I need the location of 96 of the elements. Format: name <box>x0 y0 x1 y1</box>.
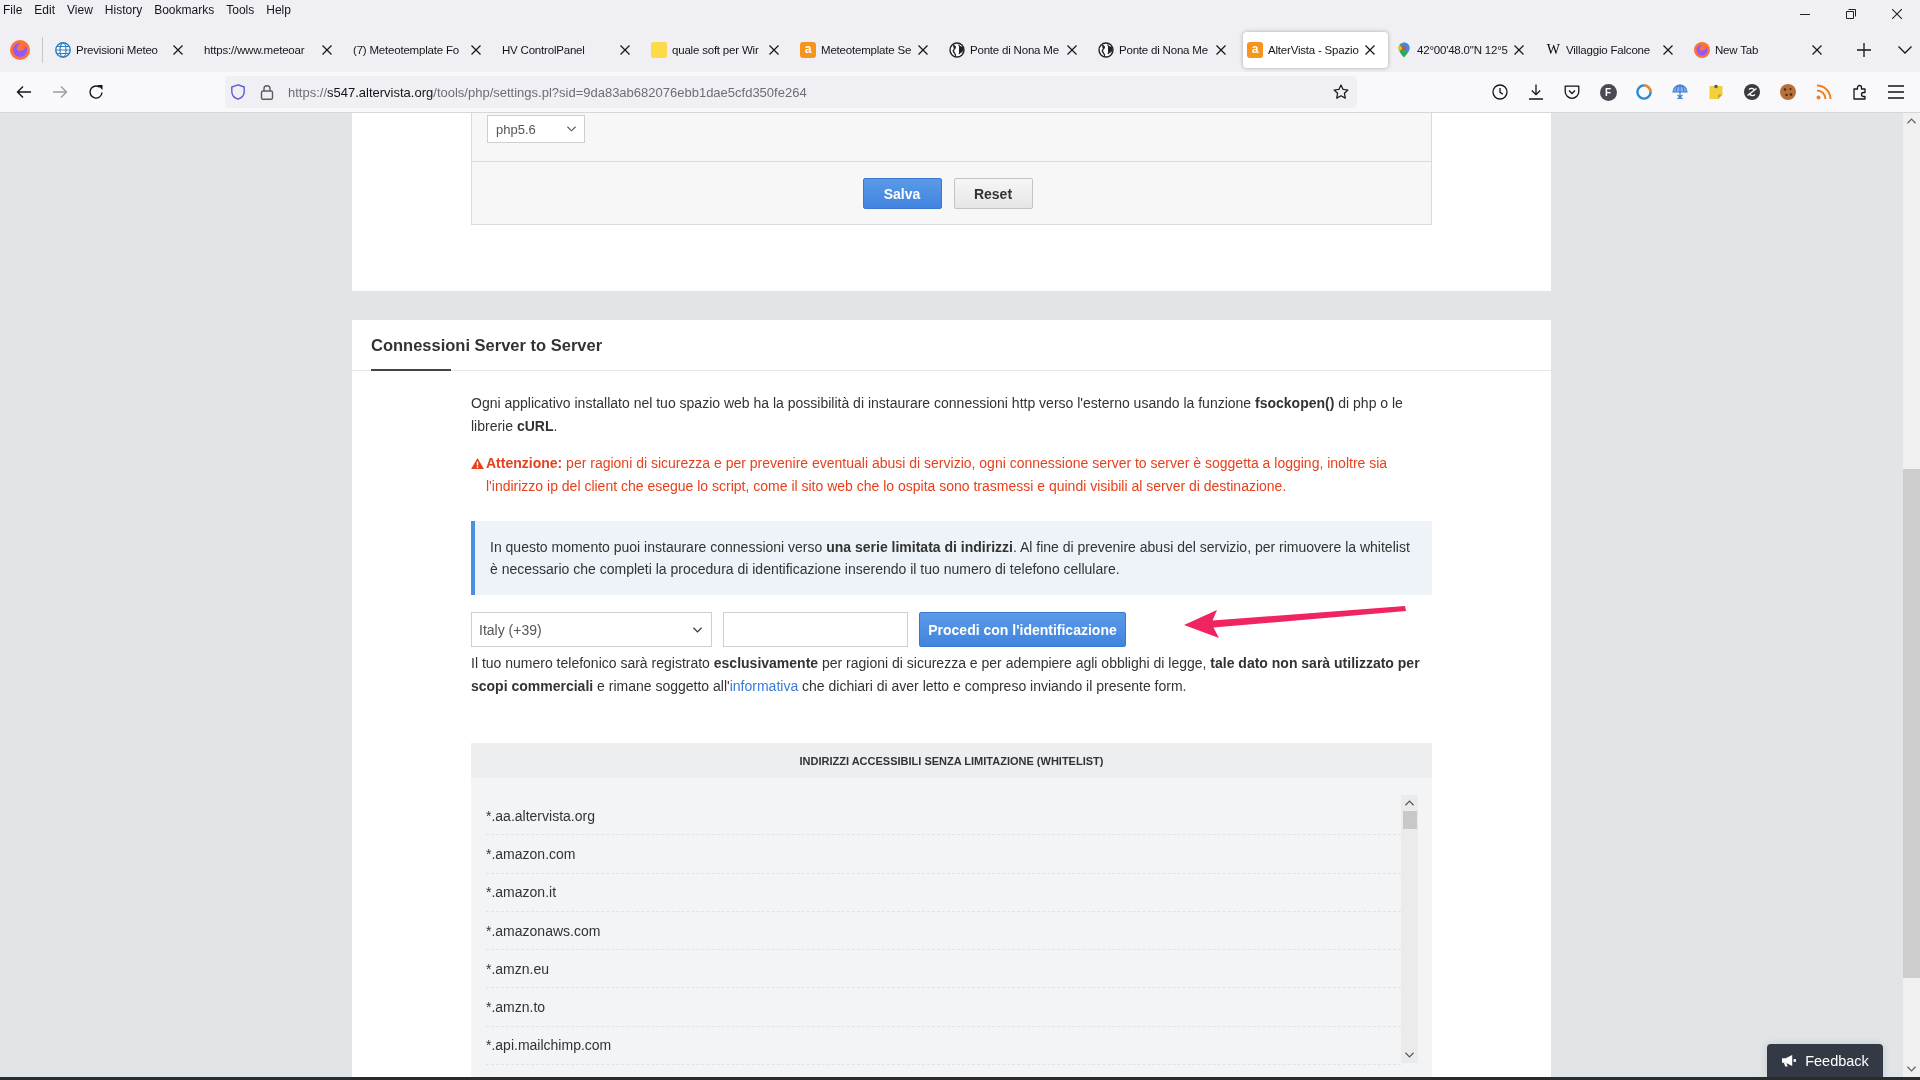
swirl-icon[interactable] <box>1744 84 1760 100</box>
favicon-logo: a <box>800 42 816 58</box>
menu-item[interactable]: Tools <box>220 0 261 20</box>
warning-text: Attenzione: per ragioni di sicurezza e per prevenire eventuali abusi di servizio, ogni connessione server to server è soggetta a logging, inoltre sia l'indirizzo ip del client che esegue lo script, come il sito web che lo ospita sono trasmessi e quindi visibili al server di destinazione. <box>486 454 1389 496</box>
privacy-link[interactable]: informativa <box>729 678 799 694</box>
list-scrollbar[interactable] <box>1401 795 1418 1063</box>
plus-icon[interactable] <box>1857 43 1871 57</box>
menu-item[interactable]: Help <box>260 0 297 20</box>
close-icon[interactable] <box>1067 45 1077 55</box>
whitelist-entry: *.amazonaws.com <box>486 911 1401 951</box>
close-icon[interactable] <box>1892 9 1902 19</box>
browser-tab[interactable]: a Meteotemplate Se <box>796 32 941 68</box>
close-icon[interactable] <box>173 45 183 55</box>
favicon-logo: W <box>1545 42 1561 58</box>
warning-icon <box>471 458 484 469</box>
shield-icon[interactable] <box>230 84 246 100</box>
browser-logo-icon <box>1694 42 1710 58</box>
close-icon[interactable] <box>322 45 332 55</box>
close-icon[interactable] <box>918 45 928 55</box>
star-icon[interactable] <box>1333 84 1349 100</box>
browser-tab[interactable]: HV ControlPanel <box>498 32 643 68</box>
scroll-up-icon[interactable] <box>1907 118 1916 124</box>
close-icon[interactable] <box>620 45 630 55</box>
menu-item[interactable]: View <box>61 0 99 20</box>
reload-icon[interactable] <box>88 84 104 100</box>
menu-item[interactable]: File <box>0 0 29 20</box>
intro-text: Ogni applicativo installato nel tuo spazio web ha la possibilità di instaurare connessioni http verso l'esterno usando la funzione fsockopen() di php o le librerie cURL. <box>471 394 1404 436</box>
lock-icon[interactable] <box>259 84 275 100</box>
close-icon[interactable] <box>471 45 481 55</box>
scrollbar-thumb[interactable] <box>1903 469 1920 978</box>
browser-logo-icon[interactable] <box>10 40 30 60</box>
address-bar[interactable]: https://s547.altervista.org/tools/php/settings.pl?sid=9da83ab682076ebb1dae5cfd350fe264 <box>225 76 1357 108</box>
section-title: Connessioni Server to Server <box>371 335 603 355</box>
close-icon[interactable] <box>769 45 779 55</box>
browser-tab[interactable]: (7) Meteotemplate Fo <box>349 32 494 68</box>
whitelist-entry: *.aa.altervista.org <box>486 797 1401 836</box>
extension-badge[interactable]: F <box>1599 83 1617 101</box>
whitelist-entry: *.api.mailchimp.com <box>486 1026 1401 1066</box>
scroll-down-icon[interactable] <box>1907 1066 1916 1072</box>
close-icon[interactable] <box>1812 45 1822 55</box>
browser-tab[interactable]: a AlterVista - Spazio <box>1243 32 1388 68</box>
whitelist-entry: *.amzn.to <box>486 988 1401 1027</box>
sticky-note-icon[interactable] <box>1708 84 1724 100</box>
pocket-icon[interactable] <box>1564 84 1580 100</box>
puzzle-icon[interactable] <box>1852 84 1868 100</box>
country-select[interactable]: Italy (+39) <box>471 612 712 647</box>
feedback-button[interactable]: Feedback <box>1767 1044 1883 1077</box>
browser-tab[interactable]: W Villaggio Falcone <box>1541 32 1686 68</box>
chevron-down-icon <box>567 126 576 132</box>
browser-tab[interactable]: 42°00'48.0"N 12°5 <box>1392 32 1537 68</box>
browser-tab[interactable]: https://www.meteoar <box>200 32 345 68</box>
page-scrollbar[interactable] <box>1903 113 1920 1077</box>
phone-input[interactable] <box>723 612 908 647</box>
earth-icon <box>949 42 965 58</box>
info-text: In questo momento puoi instaurare connessioni verso una serie limitata di indirizzi. Al fine di prevenire abusi del servizio, per rimuovere la whitelist è necessario che completi la procedura di identificazione inserendo il tuo numero di telefono cellulare. <box>490 538 1411 579</box>
download-icon[interactable] <box>1528 84 1544 100</box>
browser-tab[interactable]: New Tab <box>1690 32 1835 68</box>
umbrella-icon[interactable] <box>1672 84 1688 100</box>
close-icon[interactable] <box>1514 45 1524 55</box>
consent-text: Il tuo numero telefonico sarà registrato esclusivamente per ragioni di sicurezza e per adempiere agli obblighi di legge, tale dato non sarà utilizzato per scopi commerciali e rimane soggetto all'informativa che dichiari di aver letto e compreso inviando il presente form. <box>471 654 1421 696</box>
rss-icon[interactable] <box>1816 84 1832 100</box>
reset-button[interactable]: Reset <box>953 178 1033 209</box>
browser-tab[interactable]: Ponte di Nona Me <box>1094 32 1239 68</box>
earth-icon <box>1098 42 1114 58</box>
map-pin-icon <box>1396 42 1412 58</box>
menu-icon[interactable] <box>1888 84 1904 100</box>
globe-icon <box>55 42 71 58</box>
back-arrow-icon[interactable] <box>16 84 32 100</box>
megaphone-icon <box>1781 1054 1797 1067</box>
browser-tab[interactable]: quale soft per Wir <box>647 32 792 68</box>
minimize-icon[interactable] <box>1800 13 1810 15</box>
close-icon[interactable] <box>1663 45 1673 55</box>
menu-item[interactable]: Edit <box>28 0 62 20</box>
chevron-down-icon <box>693 626 702 633</box>
whitelist-entry: *.amzn.eu <box>486 950 1401 989</box>
browser-tab[interactable]: Previsioni Meteo <box>51 32 196 68</box>
scroll-down-icon[interactable] <box>1405 1052 1414 1058</box>
browser-tab[interactable]: Ponte di Nona Me <box>945 32 1090 68</box>
scroll-up-icon[interactable] <box>1405 800 1414 806</box>
menu-item[interactable]: Bookmarks <box>148 0 221 20</box>
url-text[interactable]: https://s547.altervista.org/tools/php/settings.pl?sid=9da83ab682076ebb1dae5cfd350fe264 <box>288 84 807 100</box>
whitelist-entry: *.amazon.com <box>486 835 1401 874</box>
cookie-icon[interactable] <box>1780 84 1796 100</box>
note-icon <box>651 42 667 58</box>
favicon-logo: a <box>1247 42 1263 58</box>
menu-item[interactable]: History <box>98 0 149 20</box>
clock-icon[interactable] <box>1492 84 1508 100</box>
whitelist-title: INDIRIZZI ACCESSIBILI SENZA LIMITAZIONE (WHITELIST) <box>471 743 1432 779</box>
chevron-down-icon[interactable] <box>1898 46 1912 54</box>
whitelist-entry: *.amazon.it <box>486 873 1401 912</box>
php-version-select[interactable]: php5.6 <box>487 115 585 143</box>
ring-icon[interactable] <box>1636 84 1652 100</box>
close-icon[interactable] <box>1365 45 1375 55</box>
restore-icon[interactable] <box>1846 9 1856 19</box>
scrollbar-thumb[interactable] <box>1402 811 1417 829</box>
close-icon[interactable] <box>1216 45 1226 55</box>
